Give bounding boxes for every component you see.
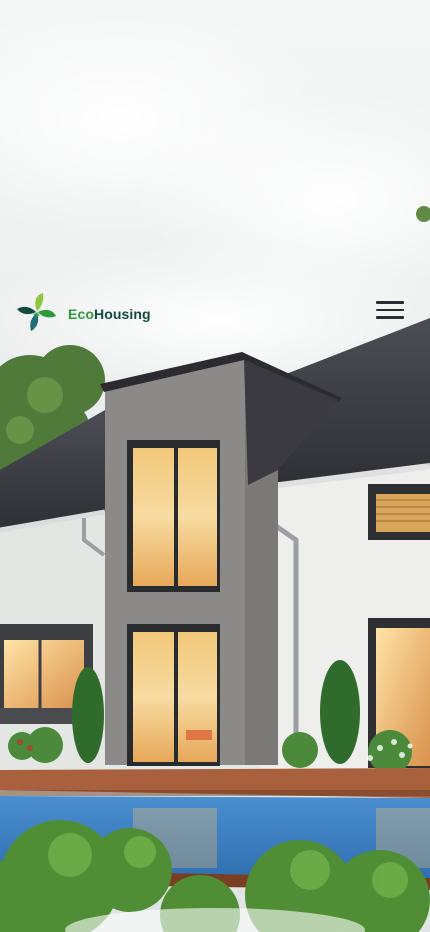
hero-image [0, 0, 430, 932]
hamburger-menu-icon[interactable] [376, 298, 404, 322]
brand-name-housing: Housing [93, 306, 151, 322]
menu-bar [376, 308, 404, 312]
menu-bar [376, 301, 404, 304]
menu-bar [376, 316, 404, 319]
brand-name-eco: Eco [68, 306, 94, 322]
brand-name: EcoHousing [68, 306, 151, 322]
brand-logo-link[interactable]: EcoHousing [16, 292, 151, 336]
top-navigation: EcoHousing [0, 288, 430, 340]
leaf-pinwheel-logo-icon [16, 292, 58, 337]
